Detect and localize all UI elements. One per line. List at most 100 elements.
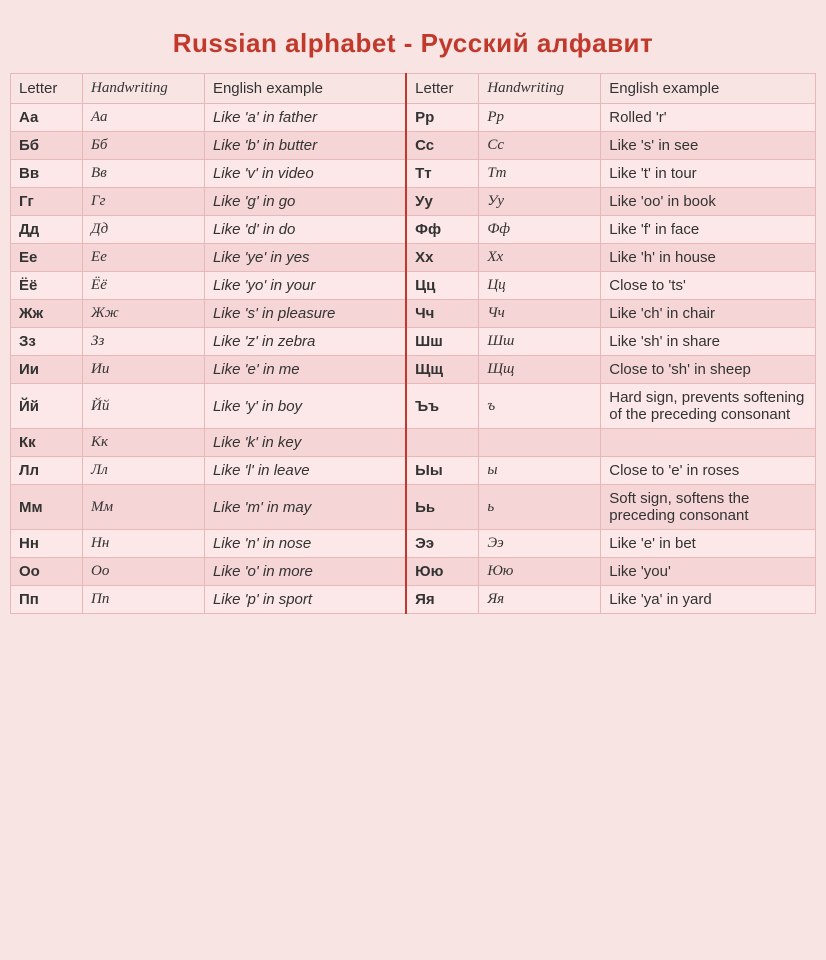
left-handwriting-cell: Вв bbox=[83, 160, 205, 188]
left-letter-cell: Пп bbox=[11, 586, 83, 614]
left-example-cell: Like 'g' in go bbox=[204, 188, 406, 216]
right-handwriting-cell: Щщ bbox=[479, 356, 601, 384]
left-letter-cell: Гг bbox=[11, 188, 83, 216]
left-handwriting-cell: Бб bbox=[83, 132, 205, 160]
left-handwriting-cell: Ее bbox=[83, 244, 205, 272]
alphabet-table: Letter Handwriting English example Lette… bbox=[10, 73, 816, 614]
right-handwriting-cell: Тт bbox=[479, 160, 601, 188]
right-example-cell: Like 'ch' in chair bbox=[601, 300, 816, 328]
right-letter-cell: Ыы bbox=[406, 457, 479, 485]
left-example-cell: Like 'm' in may bbox=[204, 485, 406, 530]
page: Russian alphabet - Русский алфавит Lette… bbox=[0, 0, 826, 634]
left-letter-cell: Оо bbox=[11, 558, 83, 586]
left-handwriting-cell: Оо bbox=[83, 558, 205, 586]
right-letter-cell: Яя bbox=[406, 586, 479, 614]
right-letter-cell: Шш bbox=[406, 328, 479, 356]
left-handwriting-cell: Ёё bbox=[83, 272, 205, 300]
right-example-cell: Like 'sh' in share bbox=[601, 328, 816, 356]
left-letter-cell: Ёё bbox=[11, 272, 83, 300]
right-handwriting-cell: Юю bbox=[479, 558, 601, 586]
right-letter-cell: Ээ bbox=[406, 530, 479, 558]
left-example-cell: Like 'e' in me bbox=[204, 356, 406, 384]
right-handwriting-cell: ъ bbox=[479, 384, 601, 429]
right-letter-cell: Хх bbox=[406, 244, 479, 272]
left-handwriting-cell: Гг bbox=[83, 188, 205, 216]
left-handwriting-cell: Йй bbox=[83, 384, 205, 429]
right-example-cell: Close to 'sh' in sheep bbox=[601, 356, 816, 384]
right-example-cell: Close to 'e' in roses bbox=[601, 457, 816, 485]
header-handwriting-right: Handwriting bbox=[479, 74, 601, 104]
header-letter-right: Letter bbox=[406, 74, 479, 104]
left-letter-cell: Нн bbox=[11, 530, 83, 558]
left-letter-cell: Йй bbox=[11, 384, 83, 429]
right-handwriting-cell: Ээ bbox=[479, 530, 601, 558]
left-letter-cell: Мм bbox=[11, 485, 83, 530]
right-letter-cell: Цц bbox=[406, 272, 479, 300]
right-handwriting-cell: Цц bbox=[479, 272, 601, 300]
header-example-left: English example bbox=[204, 74, 406, 104]
left-example-cell: Like 'yo' in your bbox=[204, 272, 406, 300]
left-letter-cell: Зз bbox=[11, 328, 83, 356]
right-example-cell: Hard sign, prevents softening of the pre… bbox=[601, 384, 816, 429]
left-example-cell: Like 'a' in father bbox=[204, 104, 406, 132]
right-letter-cell: Фф bbox=[406, 216, 479, 244]
left-example-cell: Like 'z' in zebra bbox=[204, 328, 406, 356]
right-letter-cell: Ьь bbox=[406, 485, 479, 530]
right-example-cell: Like 'h' in house bbox=[601, 244, 816, 272]
right-handwriting-cell: Рр bbox=[479, 104, 601, 132]
right-handwriting-cell: Шш bbox=[479, 328, 601, 356]
left-handwriting-cell: Дд bbox=[83, 216, 205, 244]
header-letter-left: Letter bbox=[11, 74, 83, 104]
right-handwriting-cell: Сс bbox=[479, 132, 601, 160]
left-letter-cell: Жж bbox=[11, 300, 83, 328]
left-example-cell: Like 'l' in leave bbox=[204, 457, 406, 485]
right-letter-cell: Юю bbox=[406, 558, 479, 586]
left-example-cell: Like 'ye' in yes bbox=[204, 244, 406, 272]
left-handwriting-cell: Ии bbox=[83, 356, 205, 384]
right-letter-cell: Сс bbox=[406, 132, 479, 160]
left-example-cell: Like 'b' in butter bbox=[204, 132, 406, 160]
left-example-cell: Like 'p' in sport bbox=[204, 586, 406, 614]
right-example-cell: Like 'you' bbox=[601, 558, 816, 586]
right-letter-cell: Чч bbox=[406, 300, 479, 328]
left-letter-cell: Дд bbox=[11, 216, 83, 244]
left-example-cell: Like 's' in pleasure bbox=[204, 300, 406, 328]
left-handwriting-cell: Мм bbox=[83, 485, 205, 530]
page-title: Russian alphabet - Русский алфавит bbox=[10, 10, 816, 73]
right-handwriting-cell: Уу bbox=[479, 188, 601, 216]
right-letter-cell: Уу bbox=[406, 188, 479, 216]
left-handwriting-cell: Пп bbox=[83, 586, 205, 614]
left-example-cell: Like 'y' in boy bbox=[204, 384, 406, 429]
left-handwriting-cell: Нн bbox=[83, 530, 205, 558]
left-handwriting-cell: Жж bbox=[83, 300, 205, 328]
right-example-cell: Like 'f' in face bbox=[601, 216, 816, 244]
right-example-cell: Like 'oo' in book bbox=[601, 188, 816, 216]
right-letter-cell: Ъъ bbox=[406, 384, 479, 429]
header-example-right: English example bbox=[601, 74, 816, 104]
left-letter-cell: Бб bbox=[11, 132, 83, 160]
left-example-cell: Like 'o' in more bbox=[204, 558, 406, 586]
right-example-cell: Rolled 'r' bbox=[601, 104, 816, 132]
left-handwriting-cell: Лл bbox=[83, 457, 205, 485]
right-handwriting-cell: Фф bbox=[479, 216, 601, 244]
right-example-cell: Close to 'ts' bbox=[601, 272, 816, 300]
left-letter-cell: Кк bbox=[11, 429, 83, 457]
left-handwriting-cell: Зз bbox=[83, 328, 205, 356]
left-letter-cell: Вв bbox=[11, 160, 83, 188]
right-example-cell: Soft sign, softens the preceding consona… bbox=[601, 485, 816, 530]
left-letter-cell: Аа bbox=[11, 104, 83, 132]
left-example-cell: Like 'd' in do bbox=[204, 216, 406, 244]
right-letter-cell: Тт bbox=[406, 160, 479, 188]
left-example-cell: Like 'n' in nose bbox=[204, 530, 406, 558]
right-handwriting-cell bbox=[479, 429, 601, 457]
right-handwriting-cell: Чч bbox=[479, 300, 601, 328]
right-letter-cell bbox=[406, 429, 479, 457]
right-handwriting-cell: Хх bbox=[479, 244, 601, 272]
right-handwriting-cell: ь bbox=[479, 485, 601, 530]
left-handwriting-cell: Аа bbox=[83, 104, 205, 132]
right-example-cell: Like 's' in see bbox=[601, 132, 816, 160]
header-handwriting-left: Handwriting bbox=[83, 74, 205, 104]
right-example-cell: Like 'ya' in yard bbox=[601, 586, 816, 614]
right-example-cell bbox=[601, 429, 816, 457]
left-example-cell: Like 'k' in key bbox=[204, 429, 406, 457]
